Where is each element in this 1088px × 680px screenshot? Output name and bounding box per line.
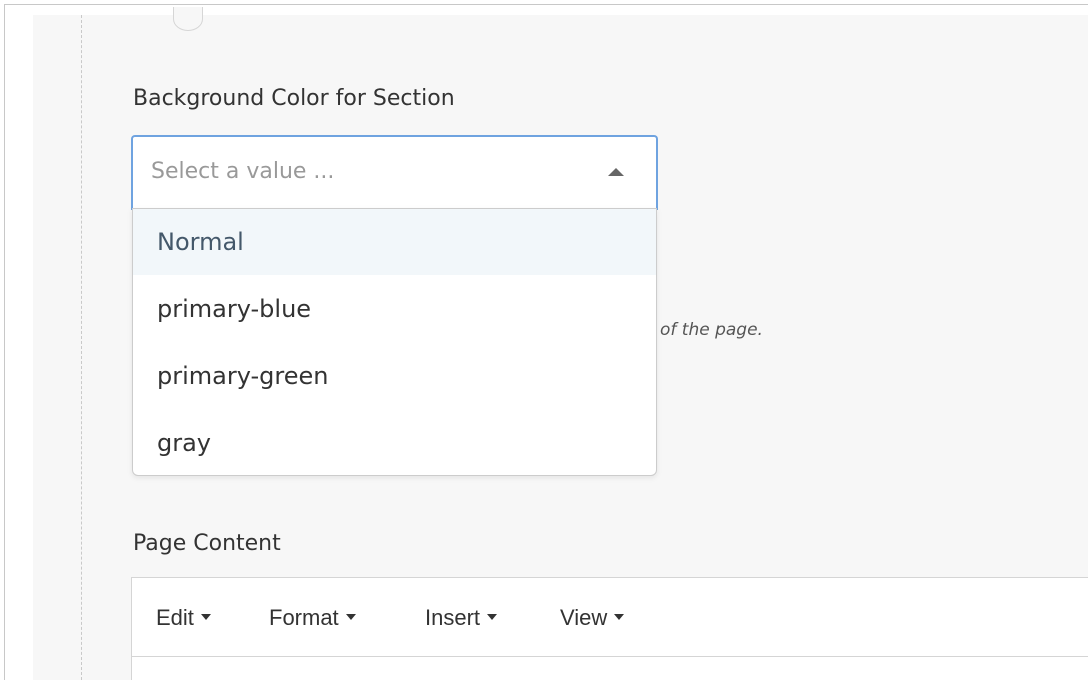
rich-text-editor: Edit Format Insert View <box>131 577 1088 680</box>
menu-insert[interactable]: Insert <box>425 605 498 631</box>
select-placeholder: Select a value ... <box>151 159 335 184</box>
editor-menubar: Edit Format Insert View <box>132 578 1088 657</box>
chevron-down-icon <box>614 614 625 621</box>
background-color-select[interactable]: Select a value ... <box>131 135 658 210</box>
window: Background Color for Section Select a va… <box>0 0 1088 680</box>
select-dropdown-menu: Normal primary-blue primary-green gray <box>132 208 657 476</box>
collapse-handle-icon[interactable] <box>173 7 203 31</box>
chevron-down-icon <box>200 614 211 621</box>
option-primary-blue[interactable]: primary-blue <box>133 276 656 342</box>
menu-edit-label: Edit <box>156 605 194 630</box>
chevron-down-icon <box>487 614 498 621</box>
option-gray[interactable]: gray <box>133 410 656 475</box>
caret-up-icon[interactable] <box>608 168 624 176</box>
menu-format-label: Format <box>269 605 339 630</box>
menu-view[interactable]: View <box>560 605 625 631</box>
menu-edit[interactable]: Edit <box>156 605 211 631</box>
page-content-label: Page Content <box>133 531 281 556</box>
menu-insert-label: Insert <box>425 605 481 630</box>
section-divider <box>81 15 82 680</box>
option-normal[interactable]: Normal <box>133 209 656 275</box>
chevron-down-icon <box>345 614 356 621</box>
option-primary-green[interactable]: primary-green <box>133 343 656 409</box>
menu-format[interactable]: Format <box>269 605 356 631</box>
field-help-text: of the page. <box>660 320 763 340</box>
background-color-label: Background Color for Section <box>133 86 455 111</box>
menu-view-label: View <box>560 605 608 630</box>
